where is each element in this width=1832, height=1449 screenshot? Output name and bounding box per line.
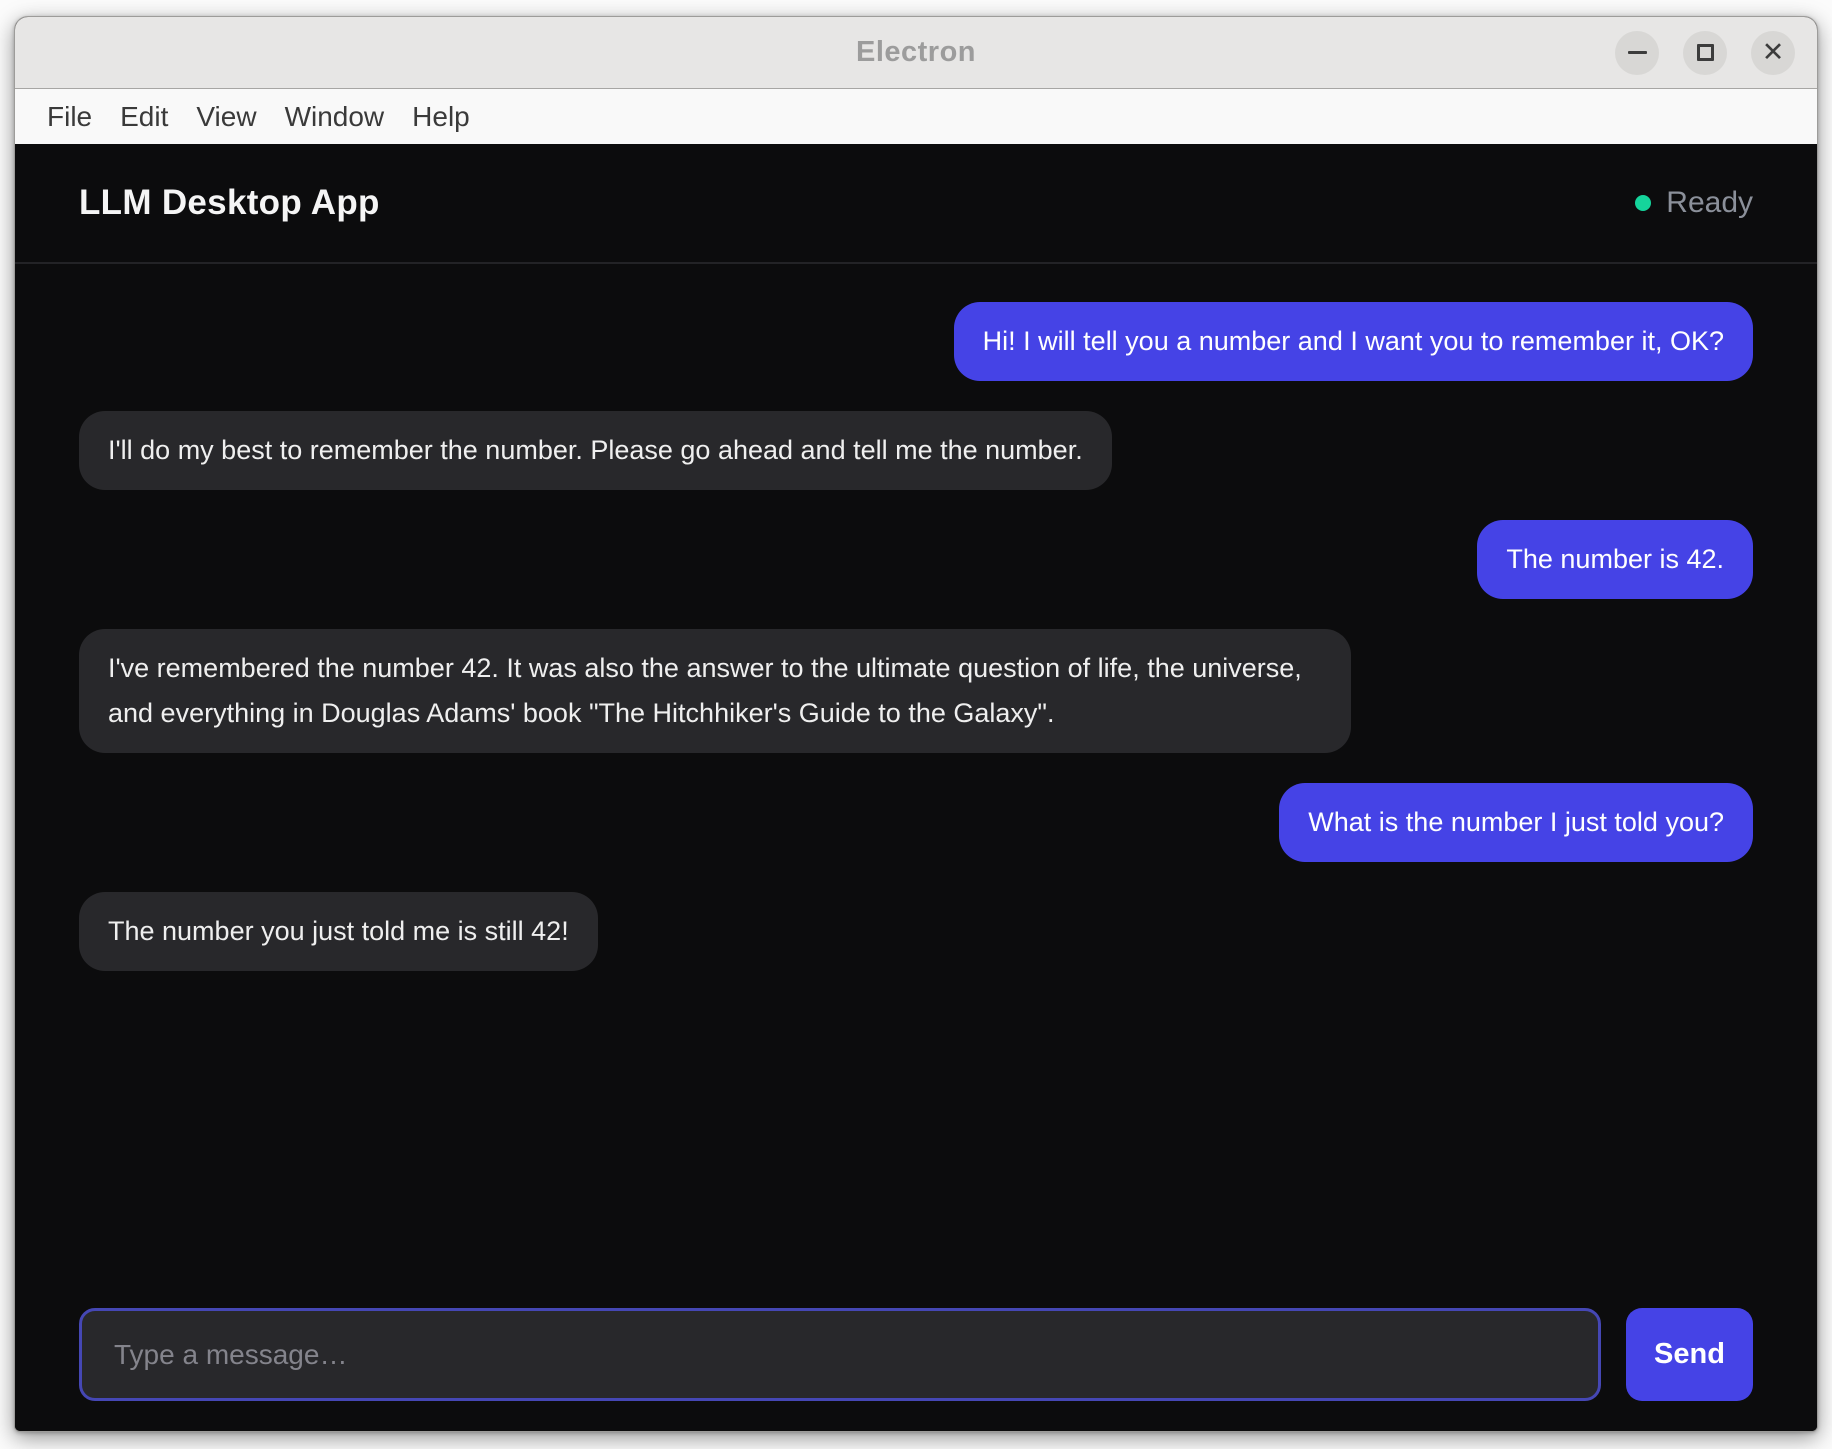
chat-message-assistant: I'll do my best to remember the number. … (79, 411, 1112, 490)
chat-message-assistant: The number you just told me is still 42! (79, 892, 598, 971)
menu-item-window[interactable]: Window (271, 101, 399, 133)
app-content: LLM Desktop App Ready Hi! I will tell yo… (15, 144, 1817, 1431)
close-button[interactable]: ✕ (1751, 31, 1795, 75)
status-label: Ready (1666, 186, 1753, 220)
menu-item-view[interactable]: View (182, 101, 270, 133)
chat-message-user: The number is 42. (1477, 520, 1753, 599)
menubar: FileEditViewWindowHelp (15, 89, 1817, 144)
menu-item-file[interactable]: File (33, 101, 106, 133)
app-window: Electron ✕ FileEditViewWindowHelp LLM De… (14, 16, 1818, 1432)
chat-area: Hi! I will tell you a number and I want … (15, 264, 1817, 1308)
send-button[interactable]: Send (1626, 1308, 1753, 1401)
window-title: Electron (856, 36, 976, 69)
chat-message-user: Hi! I will tell you a number and I want … (954, 302, 1753, 381)
close-icon: ✕ (1762, 39, 1785, 66)
maximize-button[interactable] (1683, 31, 1727, 75)
chat-message-assistant: I've remembered the number 42. It was al… (79, 629, 1351, 753)
window-controls: ✕ (1615, 17, 1795, 88)
page-title: LLM Desktop App (79, 183, 380, 223)
status-indicator: Ready (1635, 186, 1753, 220)
menu-item-help[interactable]: Help (398, 101, 484, 133)
titlebar[interactable]: Electron ✕ (15, 17, 1817, 89)
minimize-button[interactable] (1615, 31, 1659, 75)
desktop-background: Electron ✕ FileEditViewWindowHelp LLM De… (0, 0, 1832, 1449)
maximize-icon (1697, 44, 1714, 61)
chat-message-user: What is the number I just told you? (1279, 783, 1753, 862)
message-input[interactable] (79, 1308, 1601, 1401)
app-header: LLM Desktop App Ready (15, 144, 1817, 264)
status-dot-icon (1635, 195, 1651, 211)
minimize-icon (1628, 51, 1647, 54)
menu-item-edit[interactable]: Edit (106, 101, 182, 133)
composer: Send (15, 1308, 1817, 1431)
